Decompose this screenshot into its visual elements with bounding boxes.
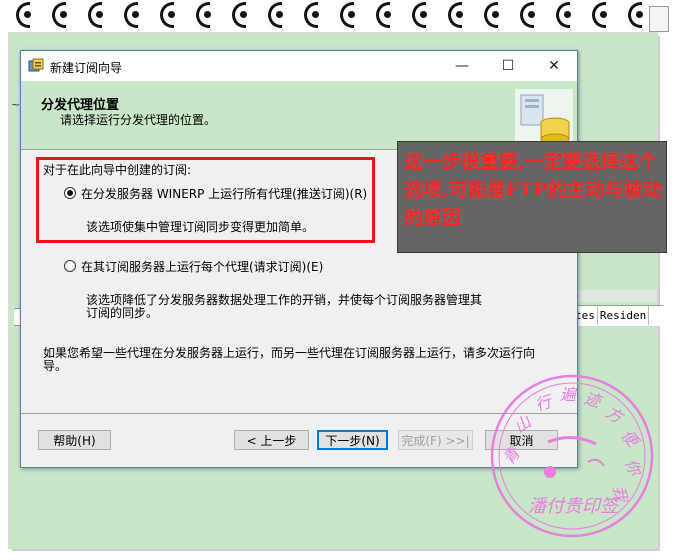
binder-ring-icon	[448, 2, 463, 28]
page-subtitle: 请选择运行分发代理的位置。	[60, 113, 217, 127]
binder-ring-icon	[628, 2, 643, 28]
finish-button: 完成(F) >>|	[398, 430, 473, 450]
background-strip	[573, 290, 657, 302]
background-table-header: tes Residen	[573, 305, 663, 326]
binder-ring-icon	[340, 2, 355, 28]
binder-ring-icon	[268, 2, 283, 28]
background-tilde: ~	[11, 98, 21, 111]
database-server-icon	[515, 89, 573, 147]
maximize-button[interactable]: ☐	[485, 51, 531, 81]
wizard-app-icon	[28, 58, 44, 72]
svg-text:山: 山	[510, 412, 535, 437]
svg-text:潘付贵印签: 潘付贵印签	[528, 496, 621, 517]
svg-text:方: 方	[603, 402, 628, 427]
binder-ring-icon	[232, 2, 247, 28]
pull-subscription-description-line2: 订阅的同步。	[86, 306, 159, 320]
minimize-button[interactable]: —	[439, 51, 485, 81]
binder-rings	[0, 0, 673, 34]
annotation-callout: 这一步很重要,一定要选择这个选项,可能是FTP的主动与被动的原因	[397, 141, 667, 253]
dialog-titlebar[interactable]: 新建订阅向导 — ☐ ✕	[21, 51, 577, 81]
svg-text:迹: 迹	[582, 388, 605, 411]
pull-subscription-radio[interactable]	[64, 260, 76, 272]
close-button[interactable]: ✕	[531, 51, 577, 81]
multiple-run-note-line1: 如果您希望一些代理在分发服务器上运行，而另一些代理在订阅服务器上运行，请多次运行…	[43, 346, 536, 360]
binder-ring-icon	[484, 2, 499, 28]
binder-ring-icon	[520, 2, 535, 28]
binder-ring-icon	[160, 2, 175, 28]
pull-subscription-label[interactable]: 在其订阅服务器上运行每个代理(请求订阅)(E)	[81, 258, 323, 275]
binder-ring-icon	[88, 2, 103, 28]
svg-text:遍: 遍	[560, 385, 578, 404]
highlight-box	[36, 157, 375, 243]
binder-ring-icon	[304, 2, 319, 28]
svg-text:青: 青	[499, 442, 525, 468]
seal-stamp-icon: 青 山 行 遍 迹 方 便 你 我 潘付贵印签	[490, 374, 654, 538]
page-curl-icon	[649, 6, 669, 32]
binder-ring-icon	[52, 2, 67, 28]
svg-text:行: 行	[533, 391, 556, 415]
dialog-title: 新建订阅向导	[50, 61, 123, 75]
multiple-run-note-line2: 导。	[43, 359, 68, 373]
binder-ring-icon	[412, 2, 427, 28]
binder-ring-icon	[376, 2, 391, 28]
binder-ring-icon	[556, 2, 571, 28]
binder-ring-icon	[196, 2, 211, 28]
binder-ring-icon	[592, 2, 607, 28]
binder-ring-icon	[124, 2, 139, 28]
background-column-header: Residen	[598, 306, 650, 325]
back-button[interactable]: < 上一步	[234, 430, 309, 450]
binder-ring-icon	[16, 2, 31, 28]
wizard-header: 分发代理位置 请选择运行分发代理的位置。	[21, 81, 577, 150]
next-button[interactable]: 下一步(N)	[317, 430, 388, 450]
help-button[interactable]: 帮助(H)	[38, 430, 111, 450]
